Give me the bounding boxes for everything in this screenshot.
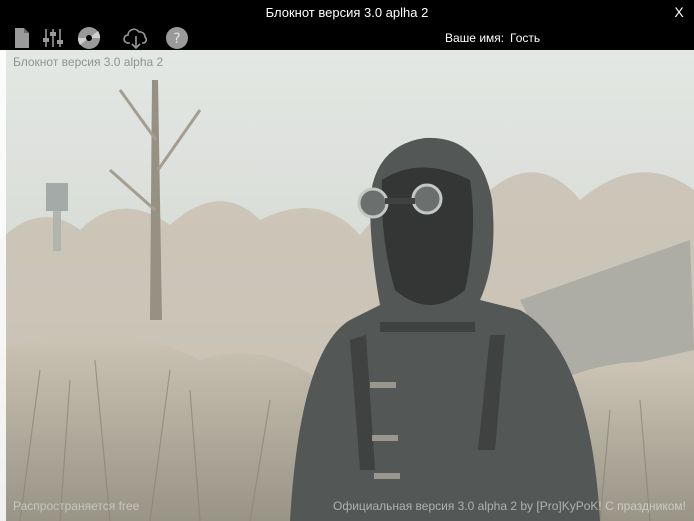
background-photo xyxy=(0,50,694,521)
left-margin-strip xyxy=(0,50,6,521)
help-icon[interactable]: ? xyxy=(164,26,190,50)
toolbar: ? Ваше имя: Гость xyxy=(0,26,694,50)
title-bar[interactable]: Блокнот версия 3.0 aplha 2 X xyxy=(0,0,694,26)
user-name-label: Ваше имя: xyxy=(445,31,505,45)
cloud-download-icon[interactable] xyxy=(123,26,149,50)
version-credit-text: Официальная версия 3.0 alpha 2 by [Pro]K… xyxy=(332,499,686,513)
window-title: Блокнот версия 3.0 aplha 2 xyxy=(265,5,429,20)
license-text: Распространяется free xyxy=(13,499,140,513)
notepad-window: Блокнот версия 3.0 aplha 2 X ? Ваше имя:… xyxy=(0,0,694,521)
document-heading: Блокнот версия 3.0 alpha 2 xyxy=(13,55,164,69)
close-button[interactable]: X xyxy=(670,2,688,22)
svg-text:?: ? xyxy=(173,31,180,47)
new-document-icon[interactable] xyxy=(8,26,34,50)
settings-sliders-icon[interactable] xyxy=(40,26,66,50)
user-name-value: Гость xyxy=(510,31,541,45)
editor-area[interactable] xyxy=(0,50,694,521)
disc-icon[interactable] xyxy=(76,26,102,50)
